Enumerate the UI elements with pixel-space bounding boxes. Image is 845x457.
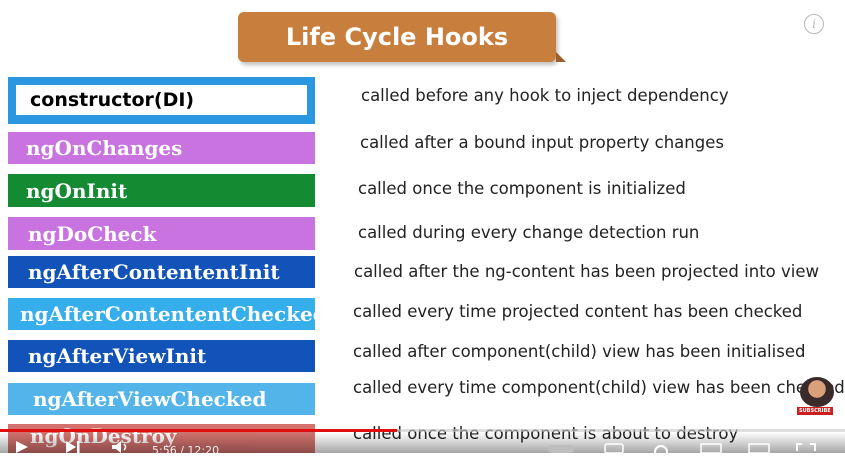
title-banner: Life Cycle Hooks — [238, 12, 566, 62]
hook-label-constructor: constructor(DI) — [16, 85, 307, 115]
hook-box-ngaftercontentinit: ngAfterContententInit — [8, 256, 315, 288]
page-title: Life Cycle Hooks — [285, 23, 509, 51]
hook-box-constructor: constructor(DI) — [8, 77, 315, 124]
subtitles-icon[interactable] — [604, 443, 624, 453]
progress-fill — [0, 429, 397, 432]
hook-box-ngoninit: ngOnInit — [8, 174, 315, 207]
settings-gear-icon[interactable] — [652, 443, 670, 453]
hook-label-ngafterviewinit: ngAfterViewInit — [28, 344, 207, 368]
hook-label-ngafterviewchecked: ngAfterViewChecked — [33, 387, 267, 411]
autoplay-toggle-icon[interactable] — [548, 443, 574, 453]
hook-box-ngonchanges: ngOnChanges — [8, 132, 315, 164]
hook-label-ngdocheck: ngDoCheck — [28, 221, 157, 246]
hook-box-ngaftercontentchecked: ngAfterContententChecked — [8, 298, 327, 330]
next-icon[interactable] — [64, 441, 82, 453]
volume-icon[interactable] — [112, 441, 132, 453]
hook-desc-ngafterviewinit: called after component(child) view has b… — [353, 342, 806, 361]
hook-label-ngaftercontentinit: ngAfterContententInit — [28, 260, 280, 284]
hook-desc-ngdocheck: called during every change detection run — [358, 223, 700, 242]
channel-avatar[interactable] — [800, 377, 834, 407]
timecode: 5:56 / 12:20 — [152, 444, 220, 457]
hook-label-ngaftercontentchecked: ngAfterContententChecked — [20, 302, 327, 326]
hook-desc-ngaftercontentchecked: called every time projected content has … — [353, 302, 803, 321]
hook-desc-ngonchanges: called after a bound input property chan… — [360, 133, 724, 152]
info-icon[interactable]: i — [804, 14, 824, 34]
hook-box-ngdocheck: ngDoCheck — [8, 217, 315, 250]
play-icon[interactable] — [14, 441, 30, 453]
hook-label-ngonchanges: ngOnChanges — [26, 136, 183, 160]
fullscreen-icon[interactable] — [796, 443, 816, 453]
subscribe-badge[interactable]: SUBSCRIBE — [797, 407, 833, 415]
hook-label-ngoninit: ngOnInit — [26, 178, 128, 203]
hook-desc-ngoninit: called once the component is initialized — [358, 179, 686, 198]
theater-mode-icon[interactable] — [748, 443, 770, 453]
hook-box-ngafterviewinit: ngAfterViewInit — [8, 340, 315, 372]
miniplayer-icon[interactable] — [700, 443, 722, 453]
hook-desc-ngaftercontentinit: called after the ng-content has been pro… — [354, 262, 819, 281]
hook-desc-ngafterviewchecked: called every time component(child) view … — [353, 378, 845, 397]
hook-desc-constructor: called before any hook to inject depende… — [361, 86, 729, 105]
hook-box-ngafterviewchecked: ngAfterViewChecked — [8, 383, 315, 415]
